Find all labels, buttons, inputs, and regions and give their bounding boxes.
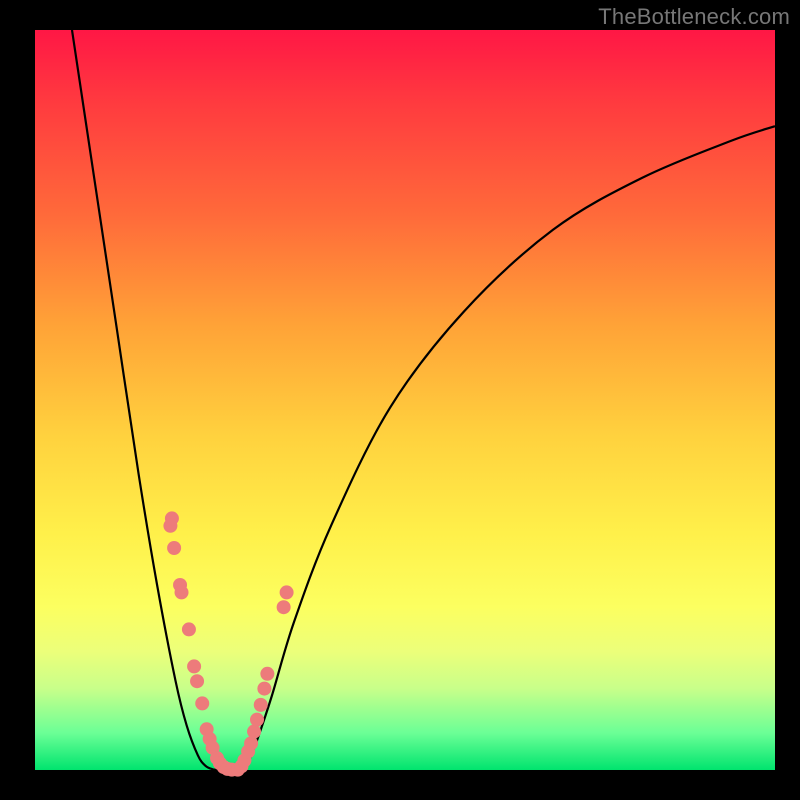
data-marker — [250, 713, 264, 727]
data-marker — [257, 682, 271, 696]
marker-group — [163, 511, 293, 776]
data-marker — [195, 696, 209, 710]
curve-right — [235, 126, 775, 770]
data-marker — [247, 725, 261, 739]
watermark-text: TheBottleneck.com — [598, 4, 790, 30]
data-marker — [175, 585, 189, 599]
data-marker — [163, 519, 177, 533]
data-marker — [280, 585, 294, 599]
data-marker — [244, 736, 258, 750]
plot-area — [35, 30, 775, 770]
data-marker — [182, 622, 196, 636]
curve-left — [72, 30, 220, 770]
data-marker — [190, 674, 204, 688]
curve-svg — [35, 30, 775, 770]
data-marker — [260, 667, 274, 681]
data-marker — [254, 698, 268, 712]
data-marker — [167, 541, 181, 555]
data-marker — [277, 600, 291, 614]
data-marker — [187, 659, 201, 673]
chart-frame: TheBottleneck.com — [0, 0, 800, 800]
